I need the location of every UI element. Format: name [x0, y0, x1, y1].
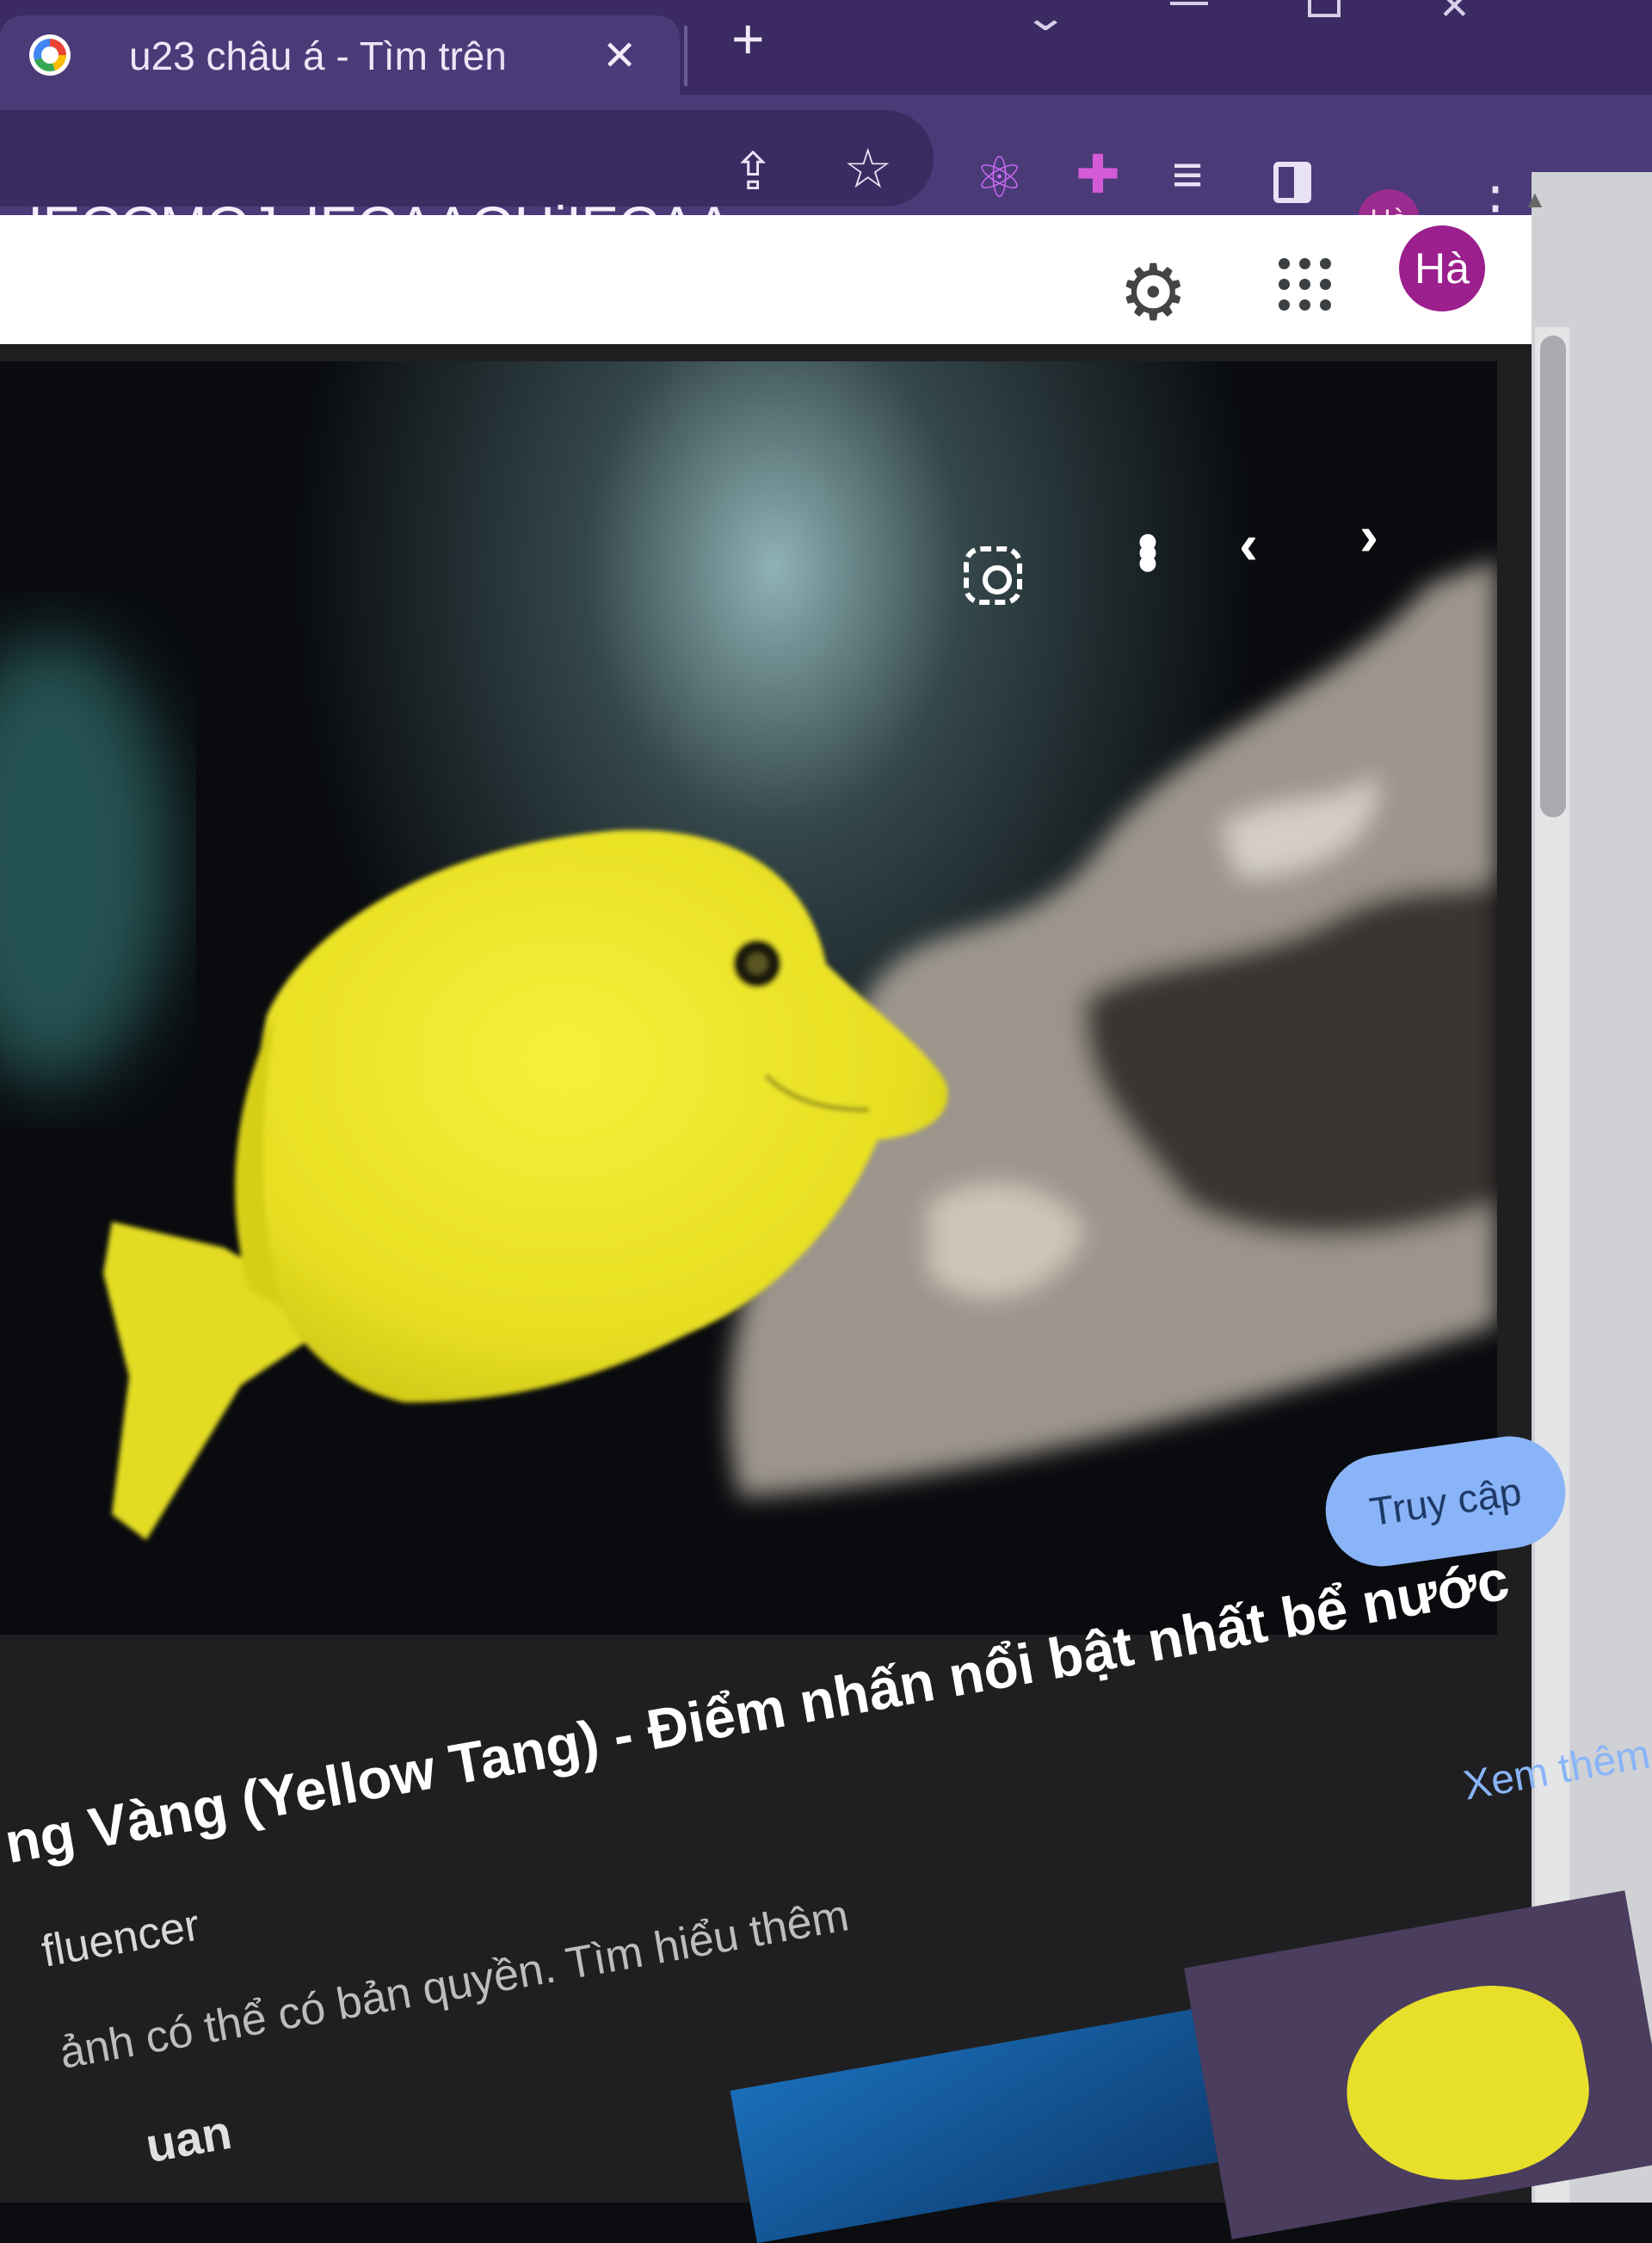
lens-icon[interactable]	[964, 546, 1022, 605]
media-control-icon[interactable]: ≡	[1172, 149, 1203, 202]
browser-toolbar: zIECCMQJzIECAAQHjIECAA... ⇪ ☆ ⚛ ✚ ≡ Hà ⋮	[0, 95, 1652, 256]
side-panel-icon[interactable]	[1273, 162, 1311, 203]
maximize-icon[interactable]	[1308, 0, 1341, 17]
image-more-icon[interactable]: •••	[1115, 532, 1182, 564]
tab-strip: u23 châu á - Tìm trên ✕ + ⌄ ✕	[0, 0, 1652, 95]
react-icon[interactable]: ⚛	[974, 149, 1025, 206]
tab-active[interactable]: u23 châu á - Tìm trên ✕	[0, 15, 680, 95]
share-icon[interactable]: ⇪	[731, 146, 774, 198]
scrollbar-thumb[interactable]	[1540, 336, 1566, 817]
close-icon[interactable]: ✕	[602, 36, 637, 77]
gear-icon[interactable]: ⚙	[1119, 255, 1188, 332]
star-icon[interactable]: ☆	[843, 141, 892, 196]
minimize-icon[interactable]	[1170, 2, 1208, 5]
chevron-left-icon[interactable]: ‹	[1239, 511, 1258, 576]
tab-search-chevron-icon[interactable]: ⌄	[1022, 0, 1069, 40]
google-icon	[29, 34, 71, 76]
yellow-tang-photo	[0, 559, 1497, 1540]
avatar[interactable]: Hà	[1399, 225, 1485, 311]
scroll-up-arrow-icon[interactable]: ▲	[1523, 186, 1547, 213]
preview-image[interactable]	[0, 361, 1497, 1635]
new-tab-button[interactable]: +	[731, 10, 765, 67]
window-close-icon[interactable]: ✕	[1439, 0, 1470, 28]
puzzle-icon[interactable]: ✚	[1076, 149, 1120, 202]
chevron-right-icon[interactable]: ›	[1359, 502, 1378, 568]
address-bar[interactable]	[0, 110, 934, 206]
tab-title: u23 châu á - Tìm trên	[129, 34, 507, 77]
tab-divider	[684, 26, 687, 86]
apps-grid-icon[interactable]	[1279, 258, 1334, 313]
